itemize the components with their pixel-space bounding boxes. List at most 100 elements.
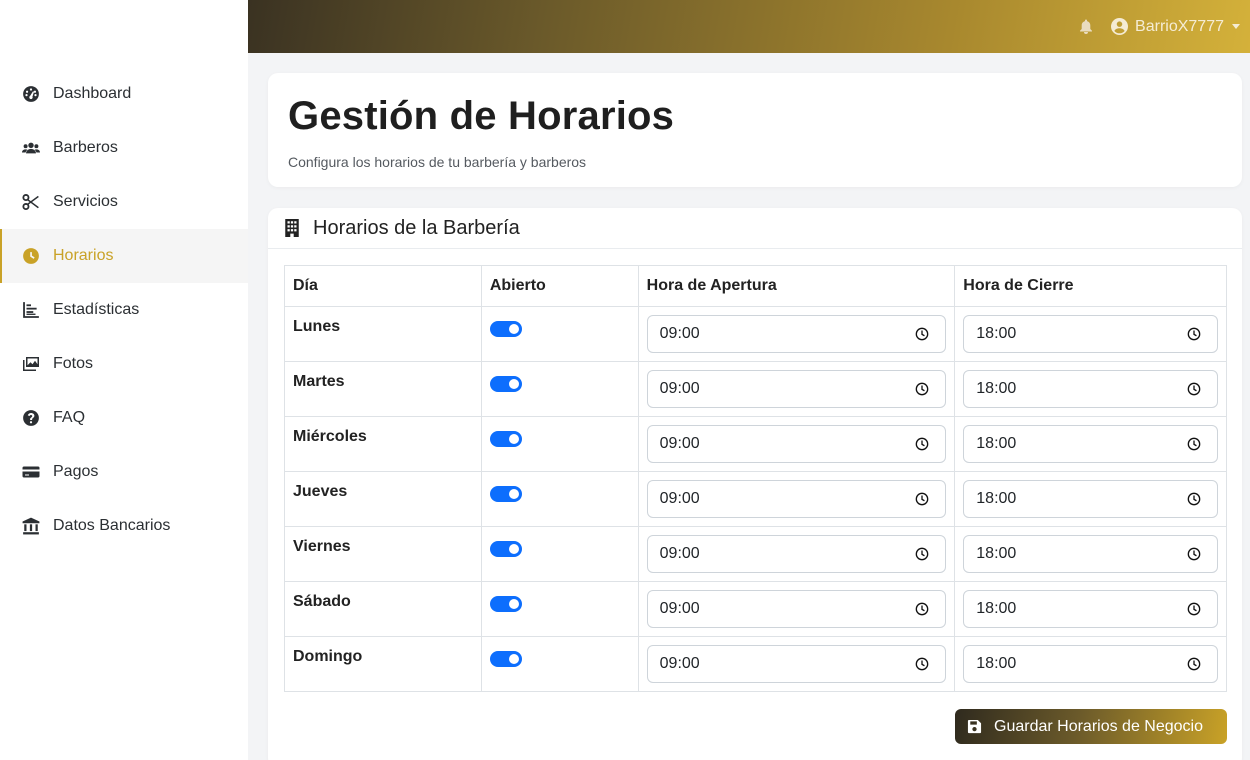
clock-icon[interactable] xyxy=(915,602,929,616)
closing-time-value: 18:00 xyxy=(976,325,1017,342)
closing-time-input[interactable]: 18:00 xyxy=(963,535,1218,573)
sidebar-item-barberos[interactable]: Barberos xyxy=(0,121,248,175)
closing-time-value: 18:00 xyxy=(976,490,1017,507)
opening-time-input[interactable]: 09:00 xyxy=(646,480,947,518)
column-header-closing: Hora de Cierre xyxy=(954,265,1227,307)
open-toggle[interactable] xyxy=(489,541,522,557)
opening-cell: 09:00 xyxy=(637,361,956,417)
sidebar-menu: Dashboard Barberos Servicios Horarios Es… xyxy=(0,67,248,553)
user-menu[interactable]: BarrioX7777 xyxy=(1111,17,1240,36)
table-row: Jueves 09:00 18:00 xyxy=(284,471,1227,527)
sidebar-item-servicios[interactable]: Servicios xyxy=(0,175,248,229)
opening-cell: 09:00 xyxy=(637,306,956,362)
opening-time-input[interactable]: 09:00 xyxy=(646,370,947,408)
table-row: Lunes 09:00 18:00 xyxy=(284,306,1227,362)
day-cell: Viernes xyxy=(284,526,482,582)
closing-time-input[interactable]: 18:00 xyxy=(963,480,1218,518)
clock-icon[interactable] xyxy=(915,382,929,396)
bank-icon xyxy=(22,517,40,535)
chevron-down-icon xyxy=(1232,24,1240,29)
closing-cell: 18:00 xyxy=(954,416,1227,472)
opening-time-value: 09:00 xyxy=(659,325,700,342)
clock-icon[interactable] xyxy=(915,492,929,506)
closing-time-input[interactable]: 18:00 xyxy=(963,425,1218,463)
sidebar-item-datos-bancarios[interactable]: Datos Bancarios xyxy=(0,499,248,553)
clock-icon[interactable] xyxy=(915,327,929,341)
closing-time-input[interactable]: 18:00 xyxy=(963,590,1218,628)
opening-cell: 09:00 xyxy=(637,526,956,582)
opening-time-input[interactable]: 09:00 xyxy=(646,315,947,353)
opening-time-value: 09:00 xyxy=(659,655,700,672)
clock-icon[interactable] xyxy=(1187,547,1201,561)
closing-time-input[interactable]: 18:00 xyxy=(963,370,1218,408)
users-icon xyxy=(22,139,40,157)
open-toggle[interactable] xyxy=(489,321,522,337)
open-toggle[interactable] xyxy=(489,431,522,447)
question-icon xyxy=(22,409,40,427)
sidebar-item-label: Servicios xyxy=(53,193,118,210)
opening-cell: 09:00 xyxy=(637,581,956,637)
sidebar-item-fotos[interactable]: Fotos xyxy=(0,337,248,391)
closing-cell: 18:00 xyxy=(954,526,1227,582)
clock-icon[interactable] xyxy=(915,657,929,671)
table-row: Sábado 09:00 18:00 xyxy=(284,581,1227,637)
save-schedule-button[interactable]: Guardar Horarios de Negocio xyxy=(955,709,1227,744)
schedule-title: Horarios de la Barbería xyxy=(313,216,520,239)
closing-time-input[interactable]: 18:00 xyxy=(963,315,1218,353)
closing-time-value: 18:00 xyxy=(976,655,1017,672)
clock-icon[interactable] xyxy=(1187,492,1201,506)
sidebar-item-horarios[interactable]: Horarios xyxy=(0,229,248,283)
opening-cell: 09:00 xyxy=(637,471,956,527)
closing-time-value: 18:00 xyxy=(976,380,1017,397)
credit-card-icon xyxy=(22,463,40,481)
clock-icon[interactable] xyxy=(1187,382,1201,396)
closing-cell: 18:00 xyxy=(954,361,1227,417)
page-header: Gestión de Horarios Configura los horari… xyxy=(268,73,1242,187)
open-toggle[interactable] xyxy=(489,596,522,612)
open-toggle[interactable] xyxy=(489,486,522,502)
gauge-icon xyxy=(22,85,40,103)
sidebar-item-pagos[interactable]: Pagos xyxy=(0,445,248,499)
bell-icon[interactable] xyxy=(1078,18,1096,36)
open-toggle[interactable] xyxy=(489,651,522,667)
clock-icon[interactable] xyxy=(1187,437,1201,451)
clock-icon xyxy=(22,247,40,265)
open-toggle[interactable] xyxy=(489,376,522,392)
user-circle-icon xyxy=(1111,17,1129,36)
open-cell xyxy=(480,526,639,582)
column-header-open: Abierto xyxy=(480,265,639,307)
opening-cell: 09:00 xyxy=(637,416,956,472)
schedule-table: Día Abierto Hora de Apertura Hora de Cie… xyxy=(284,265,1227,692)
sidebar-item-faq[interactable]: FAQ xyxy=(0,391,248,445)
opening-time-input[interactable]: 09:00 xyxy=(646,590,947,628)
day-cell: Domingo xyxy=(284,636,482,692)
clock-icon[interactable] xyxy=(915,547,929,561)
open-cell xyxy=(480,636,639,692)
table-row: Domingo 09:00 18:00 xyxy=(284,636,1227,692)
username: BarrioX7777 xyxy=(1135,17,1224,35)
sidebar-item-label: Horarios xyxy=(53,247,114,264)
opening-time-input[interactable]: 09:00 xyxy=(646,425,947,463)
clock-icon[interactable] xyxy=(1187,327,1201,341)
table-row: Viernes 09:00 18:00 xyxy=(284,526,1227,582)
open-cell xyxy=(480,471,639,527)
open-cell xyxy=(480,306,639,362)
day-cell: Martes xyxy=(284,361,482,417)
closing-cell: 18:00 xyxy=(954,581,1227,637)
clock-icon[interactable] xyxy=(1187,602,1201,616)
opening-time-input[interactable]: 09:00 xyxy=(646,535,947,573)
closing-time-value: 18:00 xyxy=(976,600,1017,617)
day-cell: Miércoles xyxy=(284,416,482,472)
sidebar-item-dashboard[interactable]: Dashboard xyxy=(0,67,248,121)
opening-time-input[interactable]: 09:00 xyxy=(646,645,947,683)
closing-time-input[interactable]: 18:00 xyxy=(963,645,1218,683)
clock-icon[interactable] xyxy=(1187,657,1201,671)
open-cell xyxy=(480,361,639,417)
opening-time-value: 09:00 xyxy=(659,380,700,397)
scissors-icon xyxy=(22,193,40,211)
clock-icon[interactable] xyxy=(915,437,929,451)
closing-cell: 18:00 xyxy=(954,636,1227,692)
sidebar-item-label: Estadísticas xyxy=(53,301,140,318)
sidebar-item-estadisticas[interactable]: Estadísticas xyxy=(0,283,248,337)
schedule-card: Horarios de la Barbería Día Abierto Hora… xyxy=(268,208,1242,760)
